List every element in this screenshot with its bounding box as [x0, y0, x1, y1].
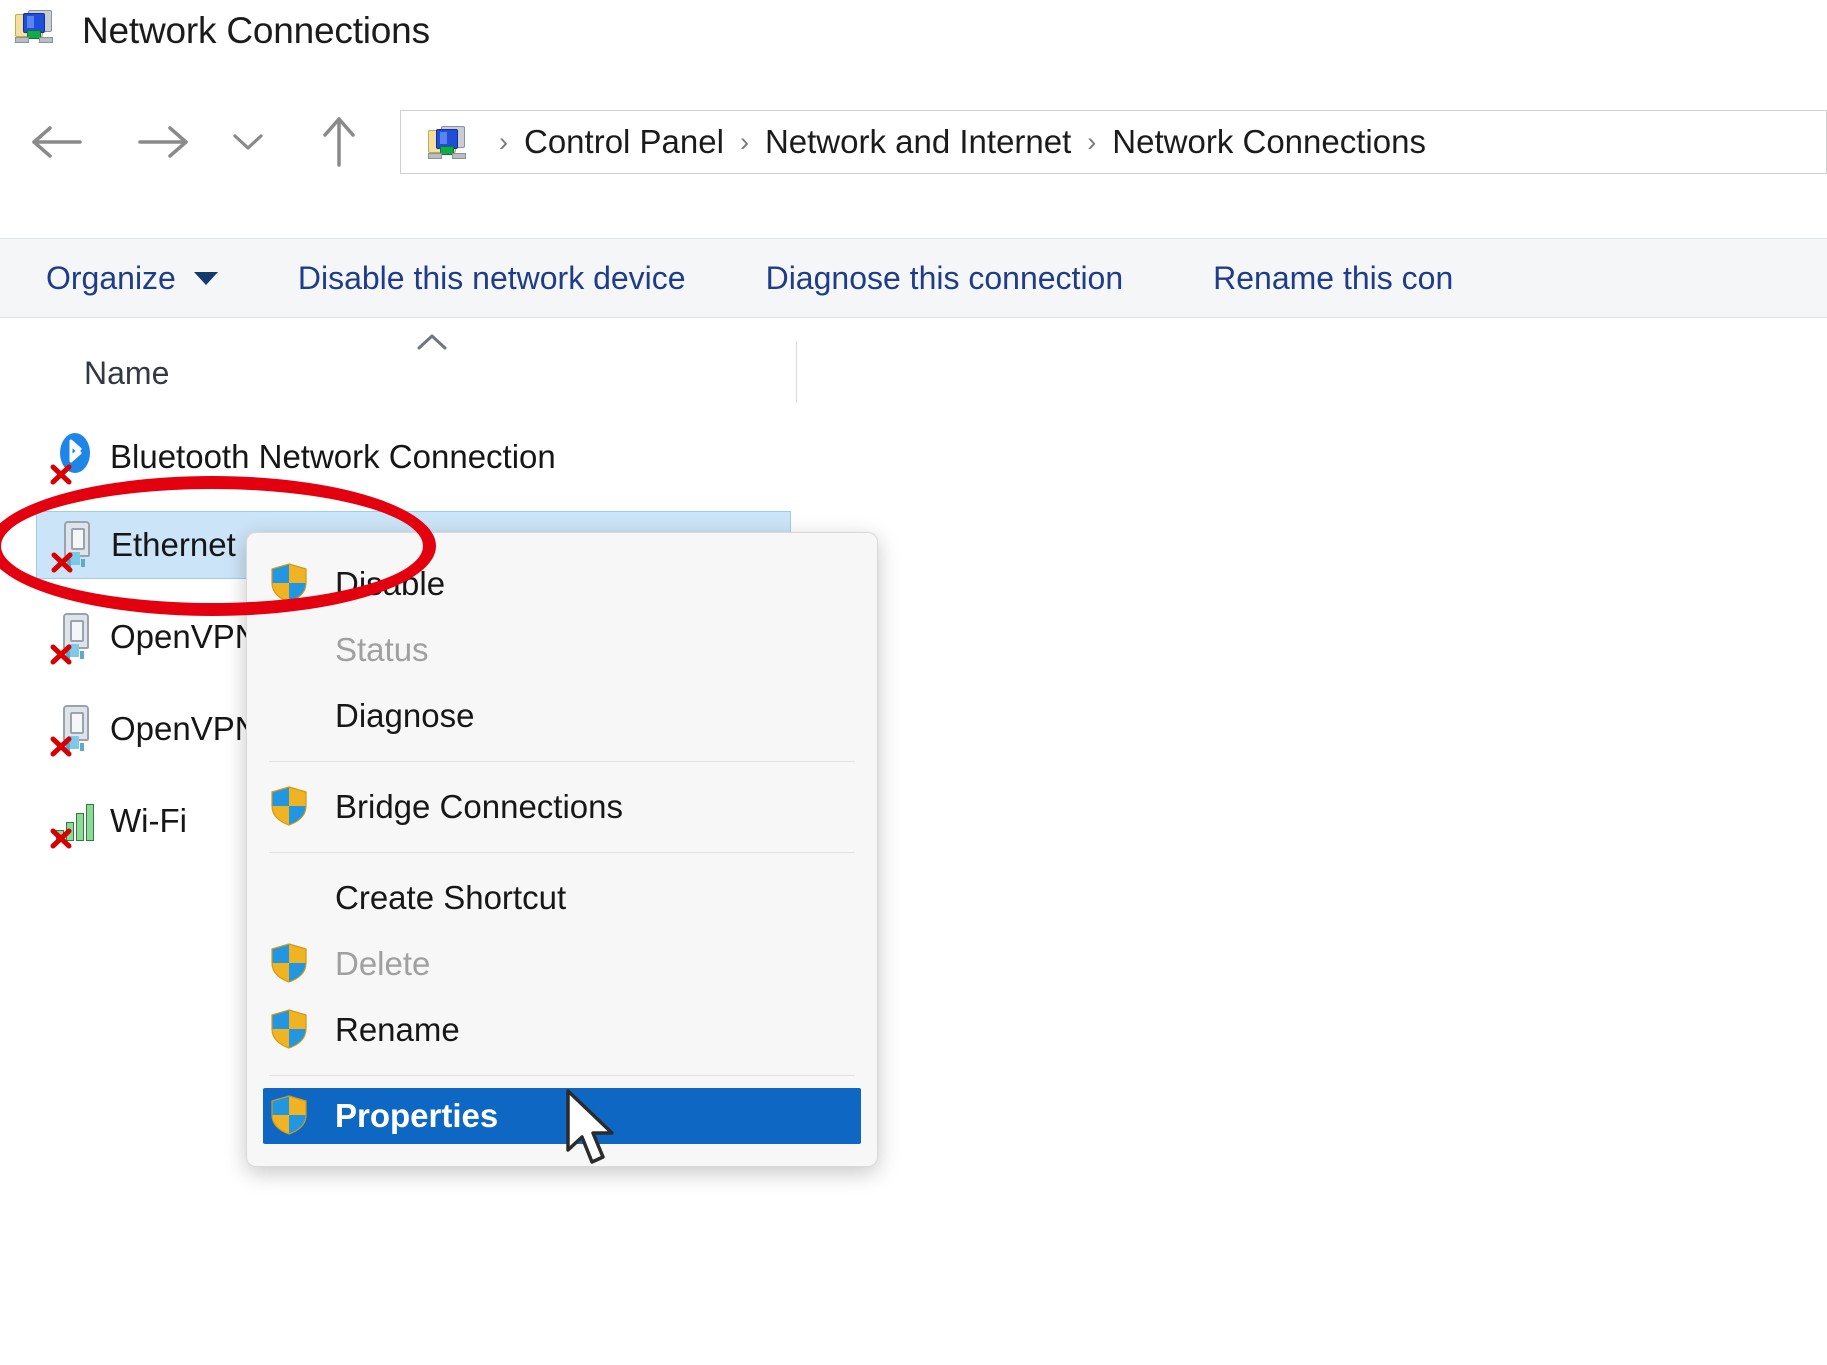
- rename-connection-button[interactable]: Rename this con: [1213, 260, 1453, 297]
- menu-separator: [269, 761, 855, 762]
- network-adapter-icon: [50, 611, 100, 665]
- list-item-label: OpenVPN: [110, 710, 259, 747]
- menu-item-rename[interactable]: Rename: [247, 997, 877, 1063]
- uac-shield-icon: [269, 785, 317, 829]
- window-title: Network Connections: [82, 10, 430, 51]
- menu-item-properties[interactable]: Properties: [263, 1088, 861, 1144]
- network-connections-icon: [427, 124, 467, 160]
- disable-network-device-button[interactable]: Disable this network device: [298, 260, 686, 297]
- menu-item-status: Status: [247, 617, 877, 683]
- forward-arrow-icon[interactable]: [124, 96, 202, 188]
- uac-shield-icon: [269, 562, 317, 606]
- breadcrumb-control-panel[interactable]: Control Panel: [524, 123, 724, 161]
- address-breadcrumb-bar[interactable]: › Control Panel › Network and Internet ›…: [400, 110, 1827, 174]
- menu-separator: [269, 852, 855, 853]
- uac-shield-icon: [269, 942, 317, 986]
- disabled-badge-icon: [49, 549, 75, 575]
- back-arrow-icon[interactable]: [18, 96, 96, 188]
- menu-item-label: Disable: [335, 565, 446, 602]
- disabled-badge-icon: [48, 733, 74, 759]
- column-header-name[interactable]: Name: [84, 355, 169, 392]
- list-item-label: Wi-Fi: [110, 802, 187, 839]
- network-connections-icon: [14, 8, 60, 54]
- menu-item-label: Status: [335, 631, 429, 668]
- sort-ascending-icon: [414, 331, 450, 353]
- disabled-badge-icon: [48, 825, 74, 851]
- navigation-bar: › Control Panel › Network and Internet ›…: [0, 96, 1827, 188]
- organize-menu-button[interactable]: Organize: [46, 260, 218, 297]
- breadcrumb-network-connections[interactable]: Network Connections: [1112, 123, 1426, 161]
- chevron-down-icon: [193, 271, 218, 285]
- menu-item-create-shortcut[interactable]: Create Shortcut: [247, 865, 877, 931]
- menu-icon-placeholder: [269, 628, 317, 672]
- menu-icon-placeholder: [269, 694, 317, 738]
- diagnose-connection-button[interactable]: Diagnose this connection: [766, 260, 1124, 297]
- list-item-label: OpenVPN: [110, 618, 259, 655]
- menu-item-disable[interactable]: Disable: [247, 551, 877, 617]
- menu-item-label: Create Shortcut: [335, 879, 567, 916]
- list-column-header: Name: [0, 319, 1827, 411]
- menu-item-label: Delete: [335, 945, 431, 982]
- menu-separator: [269, 1075, 855, 1076]
- breadcrumb-network-and-internet[interactable]: Network and Internet: [765, 123, 1071, 161]
- bluetooth-icon: [50, 431, 100, 485]
- list-item-label: Ethernet: [111, 526, 236, 563]
- menu-item-label: Bridge Connections: [335, 788, 624, 825]
- chevron-down-icon[interactable]: [215, 96, 281, 188]
- network-adapter-icon: [51, 519, 101, 573]
- menu-item-label: Properties: [335, 1097, 499, 1134]
- list-item-label: Bluetooth Network Connection: [110, 438, 556, 475]
- network-adapter-icon: [50, 703, 100, 757]
- breadcrumb-separator: ›: [1087, 126, 1097, 157]
- uac-shield-icon: [269, 1008, 317, 1052]
- list-item[interactable]: Bluetooth Network Connection: [36, 423, 791, 491]
- menu-item-label: Rename: [335, 1011, 460, 1048]
- window-title-bar: Network Connections: [0, 0, 1827, 62]
- uac-shield-icon: [269, 1094, 317, 1138]
- breadcrumb-separator: ›: [499, 126, 508, 157]
- wifi-signal-icon: [50, 795, 100, 849]
- context-menu: Disable Status Diagnose Bridge Connectio…: [246, 532, 878, 1167]
- menu-item-delete: Delete: [247, 931, 877, 997]
- breadcrumb-separator: ›: [739, 126, 749, 157]
- up-arrow-icon[interactable]: [300, 96, 378, 188]
- column-divider[interactable]: [796, 341, 797, 403]
- command-bar: Organize Disable this network device Dia…: [0, 238, 1827, 318]
- menu-item-diagnose[interactable]: Diagnose: [247, 683, 877, 749]
- menu-icon-placeholder: [269, 876, 317, 920]
- organize-label: Organize: [46, 259, 176, 296]
- menu-item-label: Diagnose: [335, 697, 475, 734]
- disabled-badge-icon: [48, 461, 74, 487]
- disabled-badge-icon: [48, 641, 74, 667]
- menu-item-bridge-connections[interactable]: Bridge Connections: [247, 774, 877, 840]
